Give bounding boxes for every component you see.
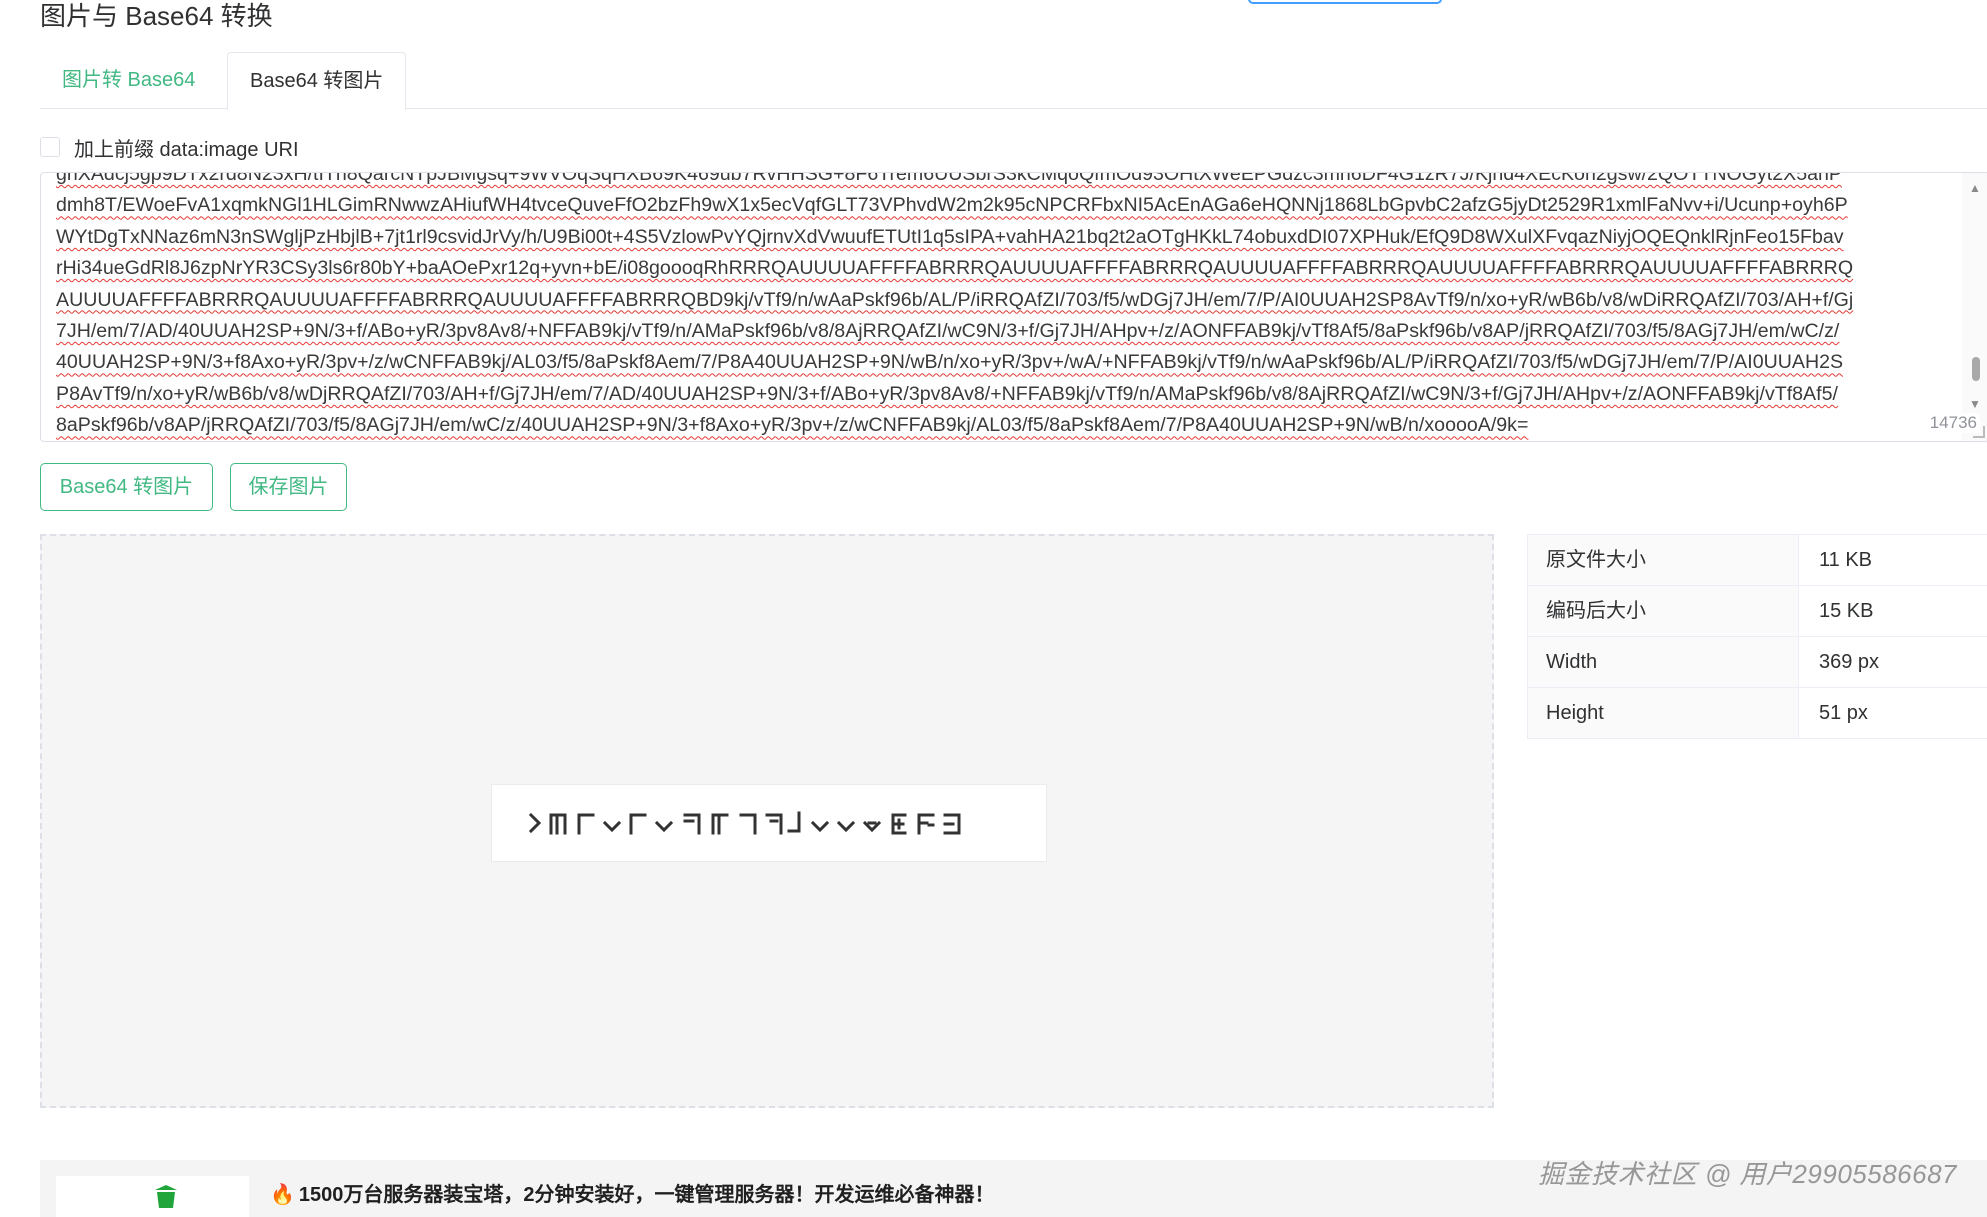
tab-image-to-base64[interactable]: 图片转 Base64 xyxy=(40,52,217,108)
base64-line: 7JH/em/7/AD/40UUAH2SP+9N/3+f/ABo+yR/3pv8… xyxy=(56,320,1840,343)
watermark: 掘金技术社区 @ 用户2990558668​7 xyxy=(1538,1159,1957,1189)
char-counter: 14736 xyxy=(1926,413,1980,433)
prefix-option[interactable]: 加上前缀 data:image URI xyxy=(40,133,299,162)
prefix-label[interactable]: 加上前缀 data:image URI xyxy=(74,133,299,162)
info-value: 15 KB xyxy=(1819,600,1874,622)
base64-text: gnXAdcj5gp9DTx2rd8N23xH/tITh8QarcNTpJBMg… xyxy=(56,172,1948,441)
save-image-button[interactable]: 保存图片 xyxy=(230,463,347,511)
ad-highlight-text: 开发运维必备神器！ xyxy=(814,1184,995,1206)
base64-line: 8aPskf96b/v8AP/jRRQAfZI/703/f5/8AGj7JH/e… xyxy=(56,414,1529,437)
page-title: 图片与 Base64 转换 xyxy=(40,1,273,31)
ad-logo[interactable] xyxy=(56,1176,249,1217)
image-info-table: 原文件大小 11 KB 编码后大小 15 KB Width 369 px Hei… xyxy=(1527,534,1987,739)
base64-line: dmh8T/EWoeFvA1xqmkNGl1HLGimRNwwzAHiufWH4… xyxy=(56,194,1848,217)
tab-base64-to-image[interactable]: Base64 转图片 xyxy=(227,52,407,110)
fire-icon: 🔥 xyxy=(270,1184,295,1206)
table-row: 原文件大小 11 KB xyxy=(1527,535,1987,586)
info-value: 51 px xyxy=(1819,702,1868,724)
baota-logo-icon xyxy=(155,1185,177,1208)
base64-line: 40UUAH2SP+9N/3+f8Axo+yR/3pv+/z/wCNFFAB9k… xyxy=(56,351,1844,374)
textarea-scrollbar[interactable]: ▲ ▼ xyxy=(1962,173,1987,441)
scroll-down-icon[interactable]: ▼ xyxy=(1969,397,1981,411)
info-key: 原文件大小 xyxy=(1527,535,1799,585)
image-preview-area xyxy=(40,534,1494,1108)
info-value: 369 px xyxy=(1819,651,1880,673)
base64-line: P8AvTf9/n/xo+yR/wB6b/v8/wDjRRQAfZI/703/A… xyxy=(56,382,1838,405)
scroll-up-icon[interactable]: ▲ xyxy=(1969,181,1981,195)
info-key: Height xyxy=(1527,688,1799,738)
base64-line: AUUUUAFFFFABRRRQAUUUUAFFFFABRRRQAUUUUAFF… xyxy=(56,288,1854,311)
top-partial-button[interactable] xyxy=(1248,0,1442,4)
table-row: Width 369 px xyxy=(1527,637,1987,688)
info-key: 编码后大小 xyxy=(1527,586,1799,636)
base64-line: WYtDgTxNNaz6mN3nSWgljPzHbjlB+7jt1rl9csvi… xyxy=(56,225,1844,248)
prefix-checkbox[interactable] xyxy=(40,137,60,157)
table-row: 编码后大小 15 KB xyxy=(1527,586,1987,637)
table-row: Height 51 px xyxy=(1527,688,1987,739)
base64-textarea[interactable]: gnXAdcj5gp9DTx2rd8N23xH/tITh8QarcNTpJBMg… xyxy=(40,172,1987,442)
convert-button[interactable]: Base64 转图片 xyxy=(40,463,213,511)
resize-handle-icon[interactable] xyxy=(1973,426,1985,438)
info-key: Width xyxy=(1527,637,1799,687)
tab-bar: 图片转 Base64 Base64 转图片 xyxy=(40,52,1987,110)
captcha-glyphs-image xyxy=(528,811,961,835)
base64-line: gnXAdcj5gp9DTx2rd8N23xH/tITh8QarcNTpJBMg… xyxy=(56,172,1842,185)
scroll-thumb[interactable] xyxy=(1972,357,1980,381)
decoded-image xyxy=(491,784,1047,862)
base64-line: rHi34ueGdRl8J6zpNrYR3CSy3ls6r80bY+baAOeP… xyxy=(56,257,1854,280)
ad-text[interactable]: 🔥 1500万台服务器装宝塔，2分钟安装好，一键管理服务器！开发运维必备神器！ xyxy=(270,1178,995,1207)
ad-main-text: 1500万台服务器装宝塔，2分钟安装好，一键管理服务器！ xyxy=(298,1184,815,1206)
info-value: 11 KB xyxy=(1819,549,1872,571)
